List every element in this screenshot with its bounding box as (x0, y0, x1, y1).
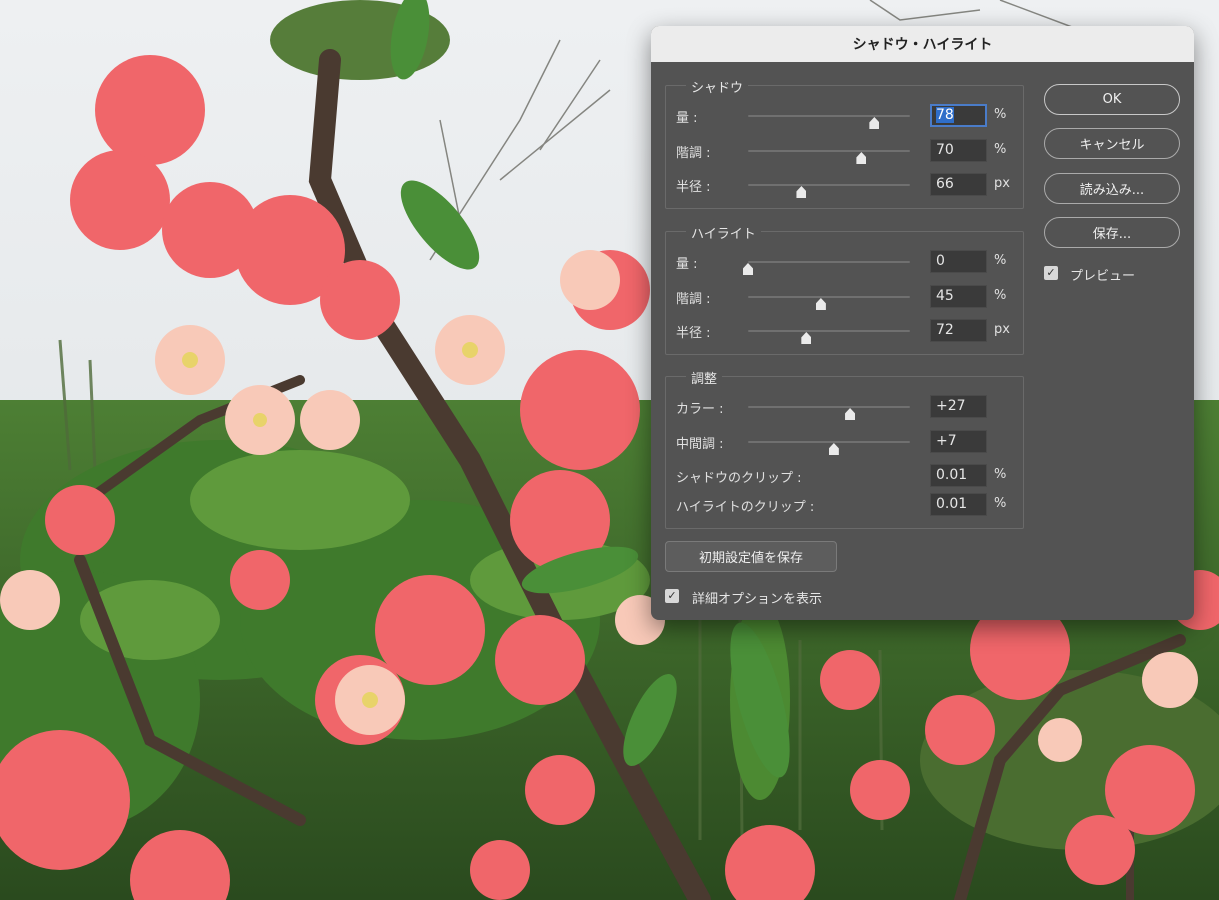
shadow-tone-label: 階調 : (676, 146, 711, 161)
color-label: カラー : (676, 402, 724, 417)
color-row: カラー : +27 (666, 395, 1023, 420)
shadow-clip-row: シャドウのクリップ : 0.01 % (666, 464, 1023, 488)
adjust-group: 調整 カラー : +27 中間調 : +7 シャドウのクリップ : 0.01 %… (665, 368, 1024, 529)
highlight-tone-row: 階調 : 45 % (666, 285, 1023, 310)
shadow-tone-input[interactable]: 70 (930, 139, 987, 162)
slider-thumb-icon[interactable] (856, 152, 867, 164)
shadow-tone-row: 階調 : 70 % (666, 139, 1023, 164)
load-button[interactable]: 読み込み... (1044, 173, 1180, 204)
midtone-row: 中間調 : +7 (666, 430, 1023, 455)
highlight-amount-input[interactable]: 0 (930, 250, 987, 273)
adjust-group-title: 調整 (686, 368, 723, 387)
color-slider[interactable] (748, 406, 910, 420)
slider-thumb-icon[interactable] (869, 117, 880, 129)
slider-thumb-icon[interactable] (828, 443, 839, 455)
slider-thumb-icon[interactable] (796, 186, 807, 198)
shadow-tone-unit: % (994, 142, 1007, 157)
preview-label: プレビュー (1070, 269, 1136, 284)
show-more-options-checkbox[interactable]: ✓ (665, 589, 679, 603)
slider-thumb-icon[interactable] (815, 298, 826, 310)
shadow-amount-row: 量 : 78 % (666, 104, 1023, 129)
show-more-options-label: 詳細オプションを表示 (692, 592, 823, 607)
slider-thumb-icon[interactable] (845, 408, 856, 420)
highlight-amount-slider[interactable] (743, 261, 910, 275)
shadow-radius-unit: px (994, 176, 1010, 191)
slider-thumb-icon[interactable] (743, 263, 753, 275)
highlight-tone-unit: % (994, 288, 1007, 303)
highlight-radius-row: 半径 : 72 px (666, 319, 1023, 344)
color-input[interactable]: +27 (930, 395, 987, 418)
highlight-tone-label: 階調 : (676, 292, 711, 307)
shadow-radius-row: 半径 : 66 px (666, 173, 1023, 198)
shadow-clip-label: シャドウのクリップ : (676, 471, 802, 486)
highlight-clip-label: ハイライトのクリップ : (676, 500, 815, 515)
highlight-clip-unit: % (994, 496, 1007, 511)
highlight-amount-row: 量 : 0 % (666, 250, 1023, 275)
shadow-group: シャドウ 量 : 78 % 階調 : 70 % 半径 : 66 px (665, 77, 1024, 209)
highlight-amount-unit: % (994, 253, 1007, 268)
highlight-radius-input[interactable]: 72 (930, 319, 987, 342)
shadow-radius-input[interactable]: 66 (930, 173, 987, 196)
shadow-radius-label: 半径 : (676, 180, 711, 195)
highlight-tone-slider[interactable] (748, 296, 910, 310)
highlight-tone-input[interactable]: 45 (930, 285, 987, 308)
save-button[interactable]: 保存... (1044, 217, 1180, 248)
ok-button[interactable]: OK (1044, 84, 1180, 115)
checkmark-icon: ✓ (667, 589, 677, 602)
shadow-amount-label: 量 : (676, 111, 698, 126)
slider-thumb-icon[interactable] (801, 332, 812, 344)
shadow-highlight-dialog: シャドウ・ハイライト シャドウ 量 : 78 % 階調 : 70 % 半径 : … (651, 26, 1194, 620)
highlight-clip-row: ハイライトのクリップ : 0.01 % (666, 493, 1023, 517)
highlight-amount-label: 量 : (676, 257, 698, 272)
highlight-radius-label: 半径 : (676, 326, 711, 341)
highlight-group-title: ハイライト (686, 223, 761, 242)
shadow-radius-slider[interactable] (748, 184, 910, 198)
shadow-amount-unit: % (994, 107, 1007, 122)
shadow-tone-slider[interactable] (748, 150, 910, 164)
save-defaults-button[interactable]: 初期設定値を保存 (665, 541, 837, 572)
midtone-input[interactable]: +7 (930, 430, 987, 453)
highlight-clip-input[interactable]: 0.01 (930, 493, 987, 516)
highlight-group: ハイライト 量 : 0 % 階調 : 45 % 半径 : 72 px (665, 223, 1024, 355)
shadow-amount-slider[interactable] (748, 115, 910, 129)
highlight-radius-slider[interactable] (748, 330, 910, 344)
highlight-radius-unit: px (994, 322, 1010, 337)
shadow-clip-input[interactable]: 0.01 (930, 464, 987, 487)
shadow-group-title: シャドウ (686, 77, 749, 96)
midtone-slider[interactable] (748, 441, 910, 455)
dialog-title[interactable]: シャドウ・ハイライト (651, 26, 1194, 62)
midtone-label: 中間調 : (676, 437, 724, 452)
preview-checkbox[interactable]: ✓ (1044, 266, 1058, 280)
shadow-amount-input[interactable]: 78 (930, 104, 987, 127)
cancel-button[interactable]: キャンセル (1044, 128, 1180, 159)
checkmark-icon: ✓ (1046, 266, 1056, 279)
shadow-clip-unit: % (994, 467, 1007, 482)
